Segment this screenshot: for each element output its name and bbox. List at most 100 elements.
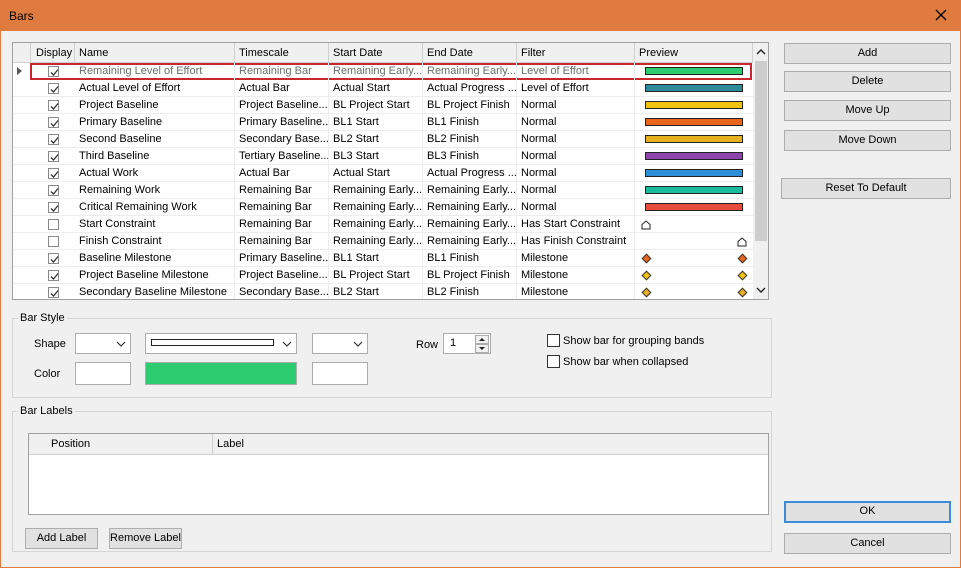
timescale-cell[interactable]: Remaining Bar: [235, 182, 329, 199]
col-preview[interactable]: Preview: [635, 43, 753, 63]
table-row[interactable]: Actual Work Actual Bar Actual Start Actual …: [13, 165, 753, 182]
col-position[interactable]: Position: [29, 434, 213, 454]
table-row[interactable]: Remaining Work Remaining Bar Remaining Ear…: [13, 182, 753, 199]
filter-cell[interactable]: Normal: [517, 165, 635, 182]
reset-to-default-button[interactable]: Reset To Default: [781, 178, 951, 199]
filter-cell[interactable]: Level of Effort: [517, 63, 635, 80]
col-name[interactable]: Name: [75, 43, 235, 63]
add-label-button[interactable]: Add Label: [25, 528, 98, 549]
table-row[interactable]: Actual Level of Effort Actual Bar Actual S…: [13, 80, 753, 97]
close-icon[interactable]: [929, 3, 953, 27]
table-row[interactable]: Second Baseline Secondary Base... BL2 Star…: [13, 131, 753, 148]
timescale-cell[interactable]: Remaining Bar: [235, 63, 329, 80]
table-row[interactable]: Critical Remaining Work Remaining Bar Rema…: [13, 199, 753, 216]
name-cell[interactable]: Remaining Level of Effort: [75, 63, 235, 80]
timescale-cell[interactable]: Tertiary Baseline...: [235, 148, 329, 165]
shape-start-combo[interactable]: [75, 333, 131, 354]
col-label[interactable]: Label: [213, 434, 768, 454]
start-date-cell[interactable]: Remaining Early...: [329, 182, 423, 199]
start-date-cell[interactable]: BL2 Start: [329, 131, 423, 148]
filter-cell[interactable]: Normal: [517, 182, 635, 199]
col-start-date[interactable]: Start Date: [329, 43, 423, 63]
col-end-date[interactable]: End Date: [423, 43, 517, 63]
display-checkbox[interactable]: [48, 117, 59, 128]
end-date-cell[interactable]: BL Project Finish: [423, 267, 517, 284]
start-date-cell[interactable]: BL1 Start: [329, 114, 423, 131]
start-date-cell[interactable]: BL Project Start: [329, 267, 423, 284]
filter-cell[interactable]: Has Finish Constraint: [517, 233, 635, 250]
timescale-cell[interactable]: Project Baseline...: [235, 267, 329, 284]
cancel-button[interactable]: Cancel: [784, 533, 951, 554]
timescale-cell[interactable]: Primary Baseline...: [235, 114, 329, 131]
show-grouping-checkbox[interactable]: [547, 334, 560, 347]
filter-cell[interactable]: Has Start Constraint: [517, 216, 635, 233]
name-cell[interactable]: Project Baseline Milestone: [75, 267, 235, 284]
end-date-cell[interactable]: Remaining Early...: [423, 216, 517, 233]
name-cell[interactable]: Second Baseline: [75, 131, 235, 148]
timescale-cell[interactable]: Remaining Bar: [235, 216, 329, 233]
filter-cell[interactable]: Normal: [517, 148, 635, 165]
display-checkbox[interactable]: [48, 66, 59, 77]
filter-cell[interactable]: Milestone: [517, 267, 635, 284]
start-date-cell[interactable]: Remaining Early...: [329, 216, 423, 233]
start-date-cell[interactable]: BL3 Start: [329, 148, 423, 165]
grid-scrollbar[interactable]: [753, 43, 768, 299]
scroll-thumb[interactable]: [755, 61, 767, 241]
start-date-cell[interactable]: Remaining Early...: [329, 63, 423, 80]
display-checkbox[interactable]: [48, 236, 59, 247]
display-checkbox[interactable]: [48, 219, 59, 230]
scroll-up-icon[interactable]: [756, 46, 766, 58]
display-checkbox[interactable]: [48, 253, 59, 264]
display-checkbox[interactable]: [48, 134, 59, 145]
name-cell[interactable]: Project Baseline: [75, 97, 235, 114]
move-down-button[interactable]: Move Down: [784, 130, 951, 151]
display-checkbox[interactable]: [48, 100, 59, 111]
timescale-cell[interactable]: Primary Baseline...: [235, 250, 329, 267]
bar-labels-grid[interactable]: Position Label: [28, 433, 769, 515]
col-timescale[interactable]: Timescale: [235, 43, 329, 63]
end-date-cell[interactable]: BL Project Finish: [423, 97, 517, 114]
name-cell[interactable]: Remaining Work: [75, 182, 235, 199]
spin-up-icon[interactable]: [475, 335, 489, 344]
display-checkbox[interactable]: [48, 287, 59, 298]
name-cell[interactable]: Primary Baseline: [75, 114, 235, 131]
timescale-cell[interactable]: Actual Bar: [235, 80, 329, 97]
display-checkbox[interactable]: [48, 151, 59, 162]
name-cell[interactable]: Start Constraint: [75, 216, 235, 233]
start-date-cell[interactable]: BL1 Start: [329, 250, 423, 267]
name-cell[interactable]: Secondary Baseline Milestone: [75, 284, 235, 299]
show-collapsed-checkbox[interactable]: [547, 355, 560, 368]
table-row[interactable]: Primary Baseline Primary Baseline... BL1 S…: [13, 114, 753, 131]
table-row[interactable]: Third Baseline Tertiary Baseline... BL3 St…: [13, 148, 753, 165]
display-checkbox[interactable]: [48, 168, 59, 179]
start-color-swatch[interactable]: [75, 362, 131, 385]
filter-cell[interactable]: Normal: [517, 97, 635, 114]
filter-cell[interactable]: Milestone: [517, 284, 635, 299]
timescale-cell[interactable]: Project Baseline...: [235, 97, 329, 114]
name-cell[interactable]: Third Baseline: [75, 148, 235, 165]
end-date-cell[interactable]: Remaining Early...: [423, 199, 517, 216]
end-date-cell[interactable]: BL2 Finish: [423, 284, 517, 299]
start-date-cell[interactable]: Actual Start: [329, 80, 423, 97]
bar-color-swatch[interactable]: [145, 362, 297, 385]
move-up-button[interactable]: Move Up: [784, 100, 951, 121]
start-date-cell[interactable]: Actual Start: [329, 165, 423, 182]
timescale-cell[interactable]: Remaining Bar: [235, 199, 329, 216]
filter-cell[interactable]: Normal: [517, 114, 635, 131]
table-row[interactable]: Remaining Level of Effort Remaining Bar Re…: [17, 63, 752, 80]
display-checkbox[interactable]: [48, 270, 59, 281]
display-checkbox[interactable]: [48, 202, 59, 213]
shape-end-combo[interactable]: [312, 333, 368, 354]
end-date-cell[interactable]: Remaining Early...: [423, 182, 517, 199]
start-date-cell[interactable]: BL Project Start: [329, 97, 423, 114]
spin-down-icon[interactable]: [475, 344, 489, 353]
filter-cell[interactable]: Normal: [517, 131, 635, 148]
row-spinner[interactable]: 1: [443, 333, 491, 354]
ok-button[interactable]: OK: [784, 501, 951, 523]
name-cell[interactable]: Actual Work: [75, 165, 235, 182]
display-checkbox[interactable]: [48, 83, 59, 94]
table-row[interactable]: Finish Constraint Remaining Bar Remaining …: [13, 233, 753, 250]
end-color-swatch[interactable]: [312, 362, 368, 385]
add-button[interactable]: Add: [784, 43, 951, 64]
start-date-cell[interactable]: BL2 Start: [329, 284, 423, 299]
